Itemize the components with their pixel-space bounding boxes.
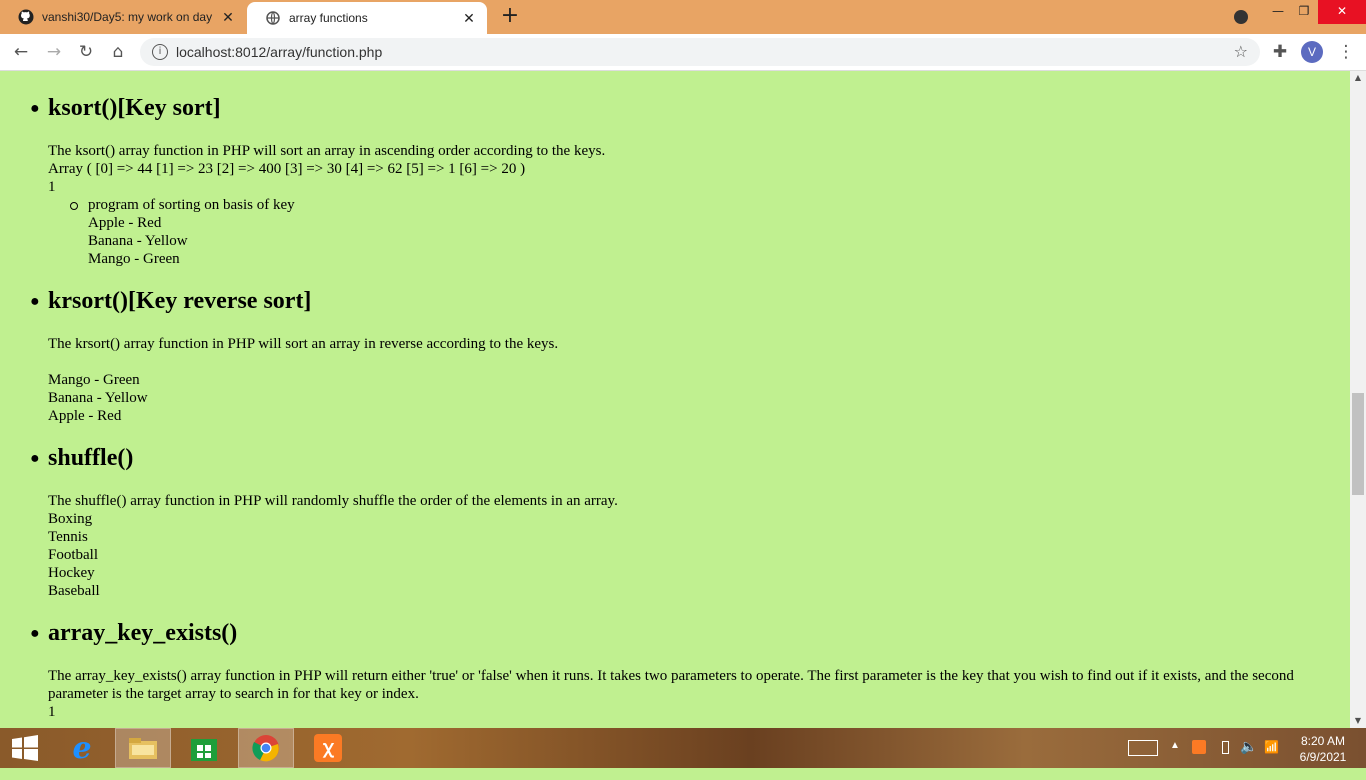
output-line: Apple - Red	[88, 215, 162, 231]
section-description: The ksort() array function in PHP will s…	[48, 143, 606, 159]
restore-icon[interactable]: ❐	[1290, 0, 1318, 24]
keyboard-icon[interactable]	[1128, 740, 1158, 756]
tab-array-functions[interactable]: array functions ✕	[247, 2, 487, 34]
clock-time: 8:20 AM	[1300, 734, 1346, 748]
section-heading: krsort()[Key reverse sort]	[48, 288, 312, 314]
list-bullet: ●	[30, 100, 40, 117]
home-icon[interactable]: ⌂	[106, 40, 130, 64]
section-description: The array_key_exists() array function in…	[48, 668, 1294, 702]
volume-icon[interactable]: 🔈	[1240, 738, 1257, 778]
globe-icon	[265, 10, 281, 26]
address-bar[interactable]: i localhost:8012/array/function.php ☆	[140, 38, 1260, 66]
close-tab-icon[interactable]: ✕	[218, 9, 238, 26]
github-icon	[18, 9, 34, 25]
output-line: Hockey	[48, 565, 95, 581]
back-icon[interactable]: ←	[9, 40, 33, 64]
bookmark-star-icon[interactable]: ☆	[1234, 42, 1248, 61]
list-bullet: ●	[30, 625, 40, 642]
menu-kebab-icon[interactable]: ⋮	[1334, 40, 1358, 64]
new-tab-icon[interactable]: +	[498, 4, 522, 28]
output-line: 1	[48, 704, 56, 720]
scroll-up-icon[interactable]: ▲	[1350, 71, 1366, 85]
output-line: Boxing	[48, 511, 93, 527]
output-line: Apple - Red	[48, 408, 122, 424]
output-line: Mango - Green	[88, 251, 180, 267]
battery-icon[interactable]	[1222, 741, 1229, 754]
output-line: Tennis	[48, 529, 88, 545]
show-hidden-icons-icon[interactable]: ▲	[1170, 740, 1180, 780]
output-line: Mango - Green	[48, 372, 140, 388]
site-info-icon[interactable]: i	[152, 44, 168, 60]
close-tab-icon[interactable]: ✕	[459, 10, 479, 27]
xampp-icon[interactable]: ꭓ	[300, 728, 356, 768]
windows-start-icon[interactable]	[0, 728, 50, 768]
list-bullet: ●	[30, 450, 40, 467]
list-bullet	[70, 202, 78, 210]
reload-icon[interactable]: ↻	[74, 40, 98, 64]
scroll-down-icon[interactable]: ▼	[1350, 714, 1366, 728]
forward-icon[interactable]: →	[42, 40, 66, 64]
tab-title: vanshi30/Day5: my work on day	[42, 10, 213, 24]
scrollbar-thumb[interactable]	[1352, 393, 1364, 495]
sub-item-label: program of sorting on basis of key	[88, 197, 295, 213]
page-viewport: ● ksort()[Key sort] The ksort() array fu…	[0, 71, 1350, 728]
internet-explorer-icon[interactable]: e	[54, 728, 110, 768]
tab-github[interactable]: vanshi30/Day5: my work on day ✕	[0, 0, 246, 34]
avatar[interactable]: V	[1301, 41, 1323, 63]
section-heading: shuffle()	[48, 445, 134, 471]
close-window-icon[interactable]: ✕	[1318, 0, 1366, 24]
network-icon[interactable]: 📶	[1264, 740, 1279, 780]
output-line: Banana - Yellow	[48, 390, 148, 406]
output-line: 1	[48, 179, 56, 195]
tab-strip: vanshi30/Day5: my work on day ✕ array fu…	[0, 0, 1366, 34]
tab-title: array functions	[289, 11, 368, 25]
browser-toolbar: ← → ↻ ⌂ i localhost:8012/array/function.…	[0, 34, 1366, 71]
file-explorer-icon[interactable]	[115, 728, 171, 768]
output-line: Banana - Yellow	[88, 233, 188, 249]
tab-search-icon[interactable]	[1234, 10, 1248, 24]
clock-date: 6/9/2021	[1299, 750, 1347, 764]
xampp-tray-icon[interactable]	[1192, 740, 1206, 754]
section-heading: ksort()[Key sort]	[48, 95, 221, 121]
section-description: The krsort() array function in PHP will …	[48, 336, 559, 352]
output-line: Football	[48, 547, 99, 563]
section-heading: array_key_exists()	[48, 620, 238, 646]
output-line: Baseball	[48, 583, 100, 599]
chrome-icon[interactable]	[238, 728, 294, 768]
windows-taskbar: e ꭓ ▲ 🔈 📶 8:20 AM 6/9/2021	[0, 728, 1366, 768]
clock[interactable]: 8:20 AM 6/9/2021	[1292, 733, 1354, 773]
url-text: localhost:8012/array/function.php	[176, 44, 383, 60]
section-description: The shuffle() array function in PHP will…	[48, 493, 618, 509]
minimize-icon[interactable]: —	[1264, 0, 1292, 24]
extensions-icon[interactable]: ✚	[1268, 40, 1292, 64]
output-line: Array ( [0] => 44 [1] => 23 [2] => 400 […	[48, 161, 526, 177]
list-bullet: ●	[30, 293, 40, 310]
page-scrollbar[interactable]: ▲ ▼	[1350, 71, 1366, 728]
store-icon[interactable]	[176, 728, 232, 768]
